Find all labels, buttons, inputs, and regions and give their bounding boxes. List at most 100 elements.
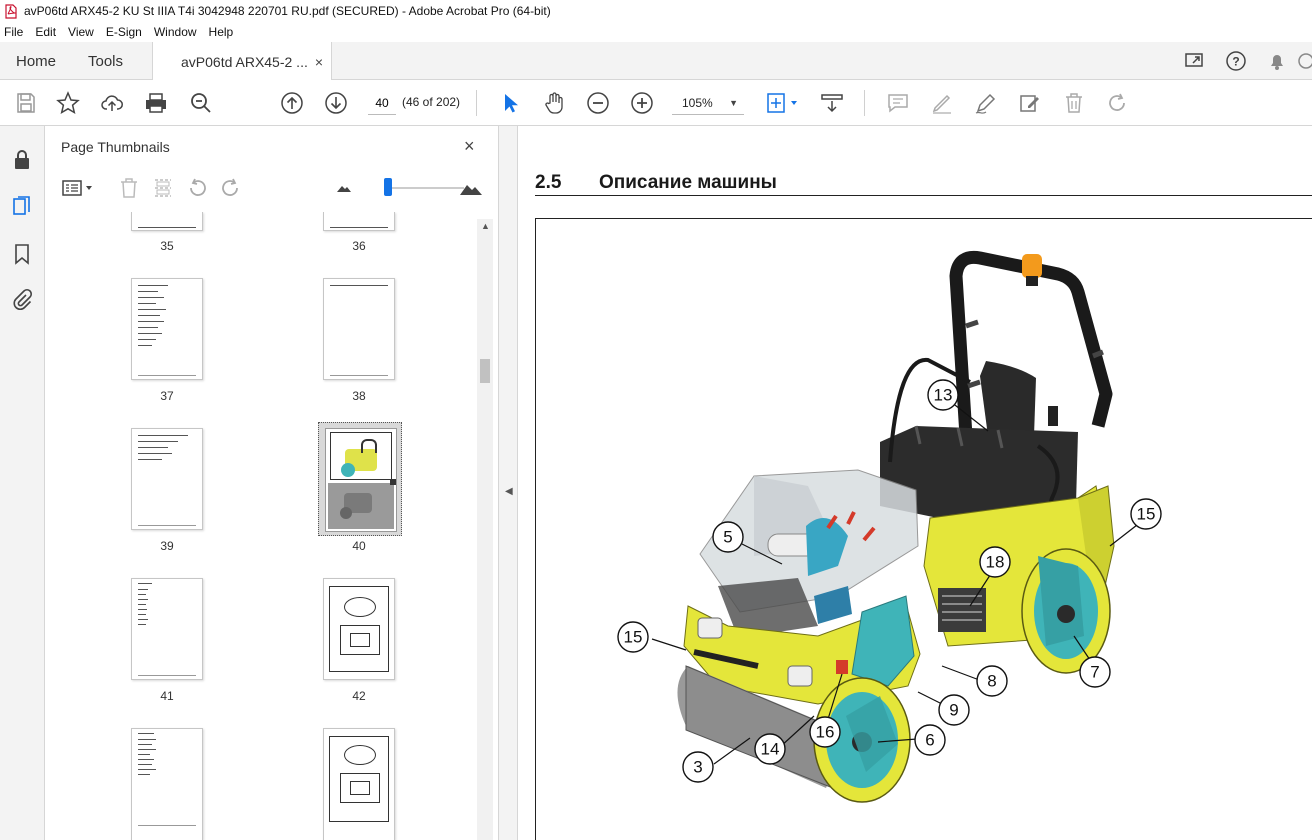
pdf-file-icon xyxy=(5,3,17,19)
tab-tools[interactable]: Tools xyxy=(88,42,123,80)
collapse-arrow-icon[interactable]: ◀ xyxy=(505,486,513,497)
delete-pages-icon[interactable] xyxy=(117,176,141,200)
scrollbar-thumb[interactable] xyxy=(480,359,490,383)
scroll-mode-icon[interactable] xyxy=(820,91,844,115)
thumbnail-page-42[interactable] xyxy=(323,578,395,680)
thumbnail-page-40-selected[interactable] xyxy=(318,422,402,536)
svg-text:14: 14 xyxy=(761,740,780,759)
draw-pen-icon[interactable] xyxy=(974,91,998,115)
thumbnail-page-37[interactable] xyxy=(131,278,203,380)
page-thumbnails-panel: Page Thumbnails × 35 36 37 38 39 40 41 4… xyxy=(45,126,498,840)
thumbnail-page-35[interactable] xyxy=(131,212,203,231)
svg-text:18: 18 xyxy=(986,553,1005,572)
menu-view[interactable]: View xyxy=(68,25,94,39)
zoom-search-icon[interactable] xyxy=(189,91,213,115)
upload-cloud-icon[interactable] xyxy=(100,91,124,115)
edit-stamp-icon[interactable] xyxy=(1018,91,1042,115)
delete-trash-icon[interactable] xyxy=(1062,91,1086,115)
chevron-down-icon: ▼ xyxy=(729,98,738,108)
callout-9: 9 xyxy=(938,694,970,726)
thumbnail-label: 38 xyxy=(352,389,366,403)
thumbnail-label: 36 xyxy=(352,239,366,253)
toolbar-separator xyxy=(476,90,477,116)
callout-3: 3 xyxy=(682,751,714,783)
menu-file[interactable]: File xyxy=(4,25,23,39)
svg-text:3: 3 xyxy=(693,758,702,777)
close-tab-icon[interactable]: × xyxy=(315,54,323,70)
svg-text:?: ? xyxy=(1232,55,1239,69)
thumbnail-size-slider[interactable] xyxy=(384,187,464,189)
split-pages-icon[interactable] xyxy=(151,176,175,200)
highlight-pen-icon[interactable] xyxy=(930,91,954,115)
comment-icon[interactable] xyxy=(886,91,910,115)
tab-home[interactable]: Home xyxy=(16,42,56,80)
page-thumbnails-icon[interactable] xyxy=(10,194,34,218)
thumbnail-label: 39 xyxy=(160,539,174,553)
thumbnail-page-36[interactable] xyxy=(323,212,395,231)
print-icon[interactable] xyxy=(144,91,168,115)
thumbnail-page-44[interactable] xyxy=(323,728,395,840)
zoom-level-dropdown[interactable]: 105% ▼ xyxy=(672,91,744,115)
scroll-up-icon[interactable]: ▲ xyxy=(481,221,490,231)
thumbnail-label: 40 xyxy=(352,539,366,553)
thumbnail-label: 41 xyxy=(160,689,174,703)
options-menu-icon[interactable] xyxy=(61,176,95,200)
window-title-bar: avP06td ARX45-2 KU St IIIA T4i 3042948 2… xyxy=(0,0,1312,22)
panel-collapse-divider[interactable]: ◀ xyxy=(498,126,518,840)
large-thumbnail-icon[interactable] xyxy=(459,176,483,200)
small-thumbnail-icon[interactable] xyxy=(335,176,353,200)
save-icon[interactable] xyxy=(14,91,38,115)
share-screen-icon[interactable] xyxy=(1184,50,1206,72)
callout-15-front: 15 xyxy=(617,621,649,653)
callout-7: 7 xyxy=(1079,656,1111,688)
rotate-left-icon[interactable] xyxy=(185,176,209,200)
callout-16: 16 xyxy=(809,716,841,748)
thumbnail-page-43[interactable] xyxy=(131,728,203,840)
bookmarks-icon[interactable] xyxy=(10,242,34,266)
zoom-level-value: 105% xyxy=(682,95,713,110)
left-navigation-rail xyxy=(0,126,45,840)
menu-edit[interactable]: Edit xyxy=(35,25,56,39)
thumbnail-page-39[interactable] xyxy=(131,428,203,530)
tab-bar: Home Tools avP06td ARX45-2 ... × ? xyxy=(0,42,1312,81)
callout-18: 18 xyxy=(979,546,1011,578)
sign-in-icon[interactable] xyxy=(1296,50,1312,72)
page-count-label: (46 of 202) xyxy=(402,95,461,109)
next-page-icon[interactable] xyxy=(324,91,348,115)
zoom-out-icon[interactable] xyxy=(586,91,610,115)
svg-text:15: 15 xyxy=(624,628,643,647)
svg-text:6: 6 xyxy=(925,731,934,750)
thumbnail-page-38[interactable] xyxy=(323,278,395,380)
attachments-paperclip-icon[interactable] xyxy=(10,288,34,312)
menu-window[interactable]: Window xyxy=(154,25,197,39)
zoom-in-icon[interactable] xyxy=(630,91,654,115)
svg-text:9: 9 xyxy=(949,701,958,720)
warning-beacon xyxy=(1022,254,1042,278)
thumbnail-size-slider-knob[interactable] xyxy=(384,178,392,196)
svg-text:5: 5 xyxy=(723,528,732,547)
help-icon[interactable]: ? xyxy=(1225,50,1247,72)
lock-icon[interactable] xyxy=(10,148,34,172)
callout-15-rear: 15 xyxy=(1130,498,1162,530)
redo-icon[interactable] xyxy=(1106,91,1130,115)
close-panel-icon[interactable]: × xyxy=(464,136,475,157)
window-title: avP06td ARX45-2 KU St IIIA T4i 3042948 2… xyxy=(24,4,551,18)
bookmark-star-icon[interactable] xyxy=(56,91,80,115)
menu-bar: File Edit View E-Sign Window Help xyxy=(0,22,1312,42)
svg-text:13: 13 xyxy=(934,386,953,405)
notifications-bell-icon[interactable] xyxy=(1266,50,1288,72)
rotate-right-icon[interactable] xyxy=(219,176,243,200)
thumbnail-label: 35 xyxy=(160,239,174,253)
menu-help[interactable]: Help xyxy=(209,25,234,39)
document-view[interactable]: 2.5 Описание машины 13 5 15 18 15 7 8 9 … xyxy=(518,126,1312,840)
tab-document[interactable]: avP06td ARX45-2 ... × xyxy=(152,42,332,81)
hand-tool-icon[interactable] xyxy=(542,91,566,115)
thumbnail-page-41[interactable] xyxy=(131,578,203,680)
thumbnail-scrollbar[interactable]: ▲ xyxy=(477,219,493,840)
fit-page-icon[interactable] xyxy=(766,91,800,115)
menu-esign[interactable]: E-Sign xyxy=(106,25,142,39)
select-cursor-icon[interactable] xyxy=(498,91,522,115)
page-number-input[interactable] xyxy=(368,91,396,115)
panel-title: Page Thumbnails xyxy=(61,139,170,155)
previous-page-icon[interactable] xyxy=(280,91,304,115)
